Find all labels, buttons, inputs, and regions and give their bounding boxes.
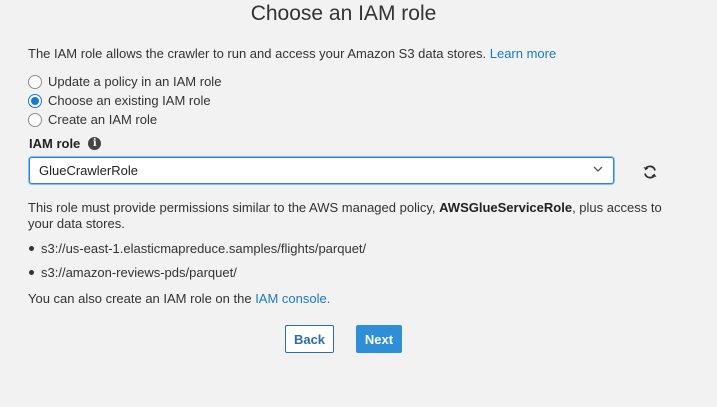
role-option-group: Update a policy in an IAM role Choose an… — [28, 72, 221, 129]
list-item: s3://amazon-reviews-pds/parquet/ — [29, 265, 237, 280]
radio-button[interactable] — [28, 74, 42, 89]
radio-choose-existing[interactable]: Choose an existing IAM role — [28, 91, 221, 110]
radio-button[interactable] — [28, 112, 42, 127]
radio-button-checked[interactable] — [28, 93, 42, 108]
radio-update-policy[interactable]: Update a policy in an IAM role — [28, 72, 221, 91]
intro-text: The IAM role allows the crawler to run a… — [28, 46, 556, 61]
radio-label: Create an IAM role — [48, 112, 158, 127]
back-button[interactable]: Back — [285, 325, 334, 353]
iam-console-link[interactable]: IAM console. — [255, 291, 330, 306]
radio-label: Update a policy in an IAM role — [48, 74, 222, 89]
page-title: Choose an IAM role — [250, 2, 437, 25]
iam-role-label: IAM role i — [29, 136, 102, 151]
learn-more-link[interactable]: Learn more — [490, 46, 556, 61]
intro-description: The IAM role allows the crawler to run a… — [28, 46, 487, 61]
refresh-icon[interactable] — [642, 164, 658, 180]
data-store-path: s3://amazon-reviews-pds/parquet/ — [41, 265, 237, 280]
iam-role-selected-value: GlueCrawlerRole — [39, 163, 138, 178]
iam-role-label-text: IAM role — [29, 136, 81, 151]
info-icon[interactable]: i — [88, 137, 102, 150]
bullet-icon — [29, 270, 34, 275]
description-prefix: This role must provide permissions simil… — [28, 200, 436, 215]
list-item: s3://us-east-1.elasticmapreduce.samples/… — [29, 241, 366, 256]
console-note: You can also create an IAM role on the I… — [28, 291, 330, 306]
next-button[interactable]: Next — [356, 325, 402, 353]
policy-name: AWSGlueServiceRole — [439, 200, 573, 215]
data-store-path: s3://us-east-1.elasticmapreduce.samples/… — [41, 241, 367, 256]
chevron-down-icon — [593, 166, 603, 172]
iam-role-select[interactable]: GlueCrawlerRole — [29, 157, 614, 184]
radio-label: Choose an existing IAM role — [48, 93, 211, 108]
console-text: You can also create an IAM role on the — [28, 291, 252, 306]
bullet-icon — [29, 246, 34, 251]
role-description: This role must provide permissions simil… — [28, 200, 668, 232]
radio-create-role[interactable]: Create an IAM role — [28, 110, 221, 129]
